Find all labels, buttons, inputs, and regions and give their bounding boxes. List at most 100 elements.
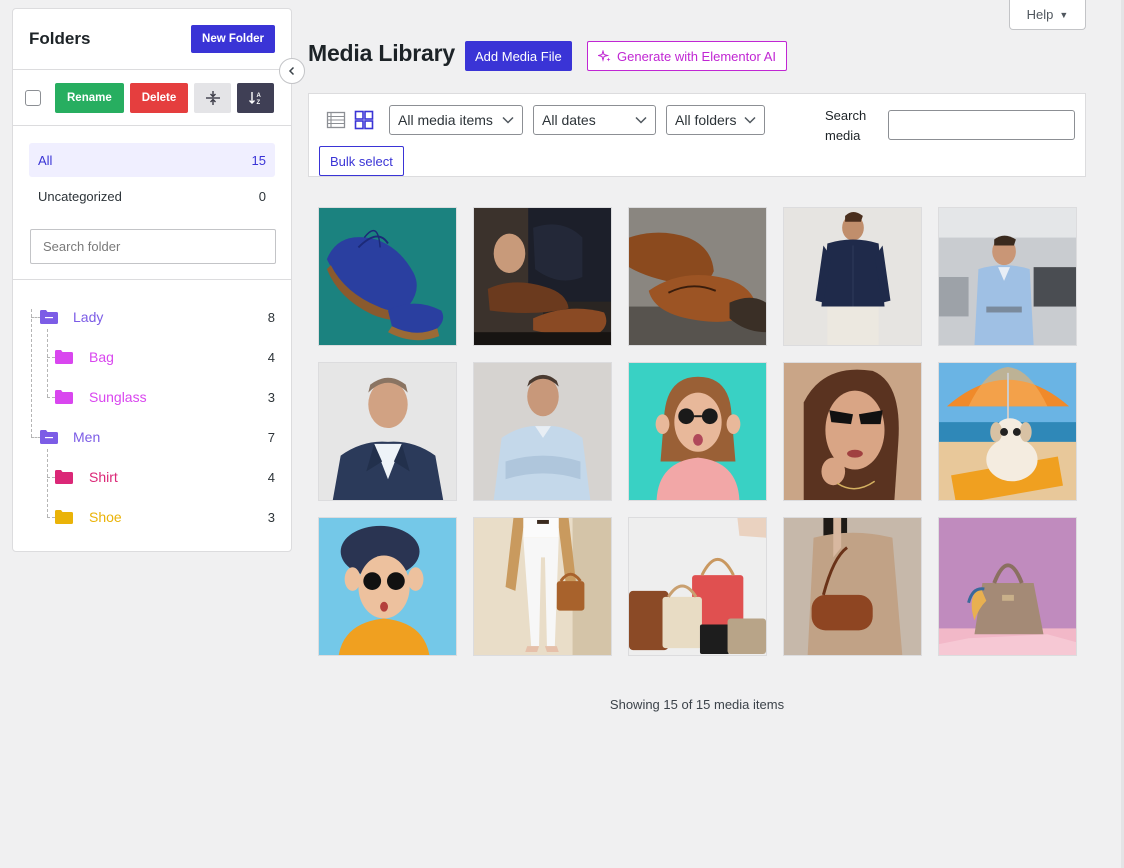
media-thumbnail[interactable]: [783, 362, 922, 501]
folder-icon: [55, 510, 73, 524]
blue-sneaker-image: [319, 208, 456, 345]
grid-view-button[interactable]: [354, 110, 374, 130]
generate-ai-label: Generate with Elementor AI: [617, 48, 776, 64]
media-thumbnail[interactable]: [628, 362, 767, 501]
folder-open-icon: [40, 310, 58, 324]
woman-sunglasses-teal-image: [629, 363, 766, 500]
media-thumbnail[interactable]: [938, 362, 1077, 501]
media-thumbnail[interactable]: [783, 207, 922, 346]
sidebar-header: Folders New Folder: [13, 9, 291, 70]
handbags-collection-image: [629, 518, 766, 655]
bulk-select-button[interactable]: Bulk select: [319, 146, 404, 176]
media-thumbnail[interactable]: [318, 362, 457, 501]
media-thumbnail[interactable]: [473, 207, 612, 346]
folder-shoe-label: Shoe: [89, 509, 122, 525]
rename-button[interactable]: Rename: [55, 82, 124, 113]
search-media-input[interactable]: [888, 110, 1075, 140]
folder-bag[interactable]: Bag 4: [13, 345, 291, 369]
media-thumbnail[interactable]: [783, 517, 922, 656]
folder-icon: [55, 350, 73, 364]
delete-button[interactable]: Delete: [129, 82, 189, 113]
folder-icon: [55, 470, 73, 484]
woman-trench-handbag-image: [474, 518, 611, 655]
man-office-image: [939, 208, 1076, 345]
folder-open-icon: [40, 430, 58, 444]
beige-handbag-scarf-image: [939, 518, 1076, 655]
add-media-file-button[interactable]: Add Media File: [465, 41, 572, 71]
search-folder-input[interactable]: [30, 229, 276, 264]
folder-men-count: 7: [267, 429, 275, 445]
media-type-value: All media items: [398, 112, 493, 128]
media-thumbnail[interactable]: [473, 362, 612, 501]
folder-shoe-count: 3: [267, 509, 275, 525]
chevron-down-icon: [744, 116, 756, 124]
date-filter-value: All dates: [542, 112, 596, 128]
media-thumbnail[interactable]: [938, 207, 1077, 346]
man-suit-image: [319, 363, 456, 500]
folder-filter[interactable]: All folders: [666, 105, 765, 135]
folder-shirt[interactable]: Shirt 4: [13, 465, 291, 489]
woman-black-sunglasses-image: [784, 363, 921, 500]
folder-shirt-label: Shirt: [89, 469, 118, 485]
folder-filter-value: All folders: [675, 112, 737, 128]
sort-button[interactable]: A Z: [237, 82, 275, 113]
folder-lady-count: 8: [267, 309, 275, 325]
new-folder-button[interactable]: New Folder: [191, 25, 275, 53]
search-media-label: Search media: [825, 106, 866, 146]
sidebar-title: Folders: [29, 29, 91, 48]
folder-men[interactable]: Men 7: [13, 425, 291, 449]
dog-beach-umbrella-image: [939, 363, 1076, 500]
folder-uncategorized-count: 0: [258, 188, 266, 204]
showing-count: Showing 15 of 15 media items: [609, 697, 785, 712]
folder-all[interactable]: All 15: [29, 143, 275, 177]
folder-bag-label: Bag: [89, 349, 114, 365]
folder-lady-label: Lady: [73, 309, 104, 325]
grid-view-icon: [354, 110, 374, 130]
list-view-icon: [326, 111, 346, 129]
help-button[interactable]: Help ▼: [1009, 0, 1086, 30]
folder-all-label: All: [38, 152, 53, 168]
collapse-sidebar-button[interactable]: [279, 58, 305, 84]
folder-all-count: 15: [251, 152, 266, 168]
folder-men-label: Men: [73, 429, 101, 445]
select-all-checkbox[interactable]: [25, 89, 41, 106]
search-media-label-line2: media: [825, 128, 861, 143]
search-media-label-line1: Search: [825, 108, 867, 123]
man-loafer-image: [474, 208, 611, 345]
compress-icon: [205, 90, 220, 105]
folder-uncategorized[interactable]: Uncategorized 0: [29, 179, 275, 213]
media-thumbnail[interactable]: [318, 517, 457, 656]
generate-ai-button[interactable]: Generate with Elementor AI: [587, 41, 787, 71]
folder-sunglass-label: Sunglass: [89, 389, 147, 405]
folder-shoe[interactable]: Shoe 3: [13, 505, 291, 529]
folder-icon: [55, 390, 73, 404]
brown-oxford-shoes-image: [629, 208, 766, 345]
folder-shirt-count: 4: [267, 469, 275, 485]
date-filter[interactable]: All dates: [533, 105, 656, 135]
media-thumbnail[interactable]: [628, 517, 767, 656]
sparkle-icon: [598, 49, 611, 62]
media-thumbnail[interactable]: [938, 517, 1077, 656]
chevron-down-icon: [635, 116, 647, 124]
chevron-left-icon: [288, 66, 295, 76]
folders-sidebar: Folders New Folder Rename Delete A Z All…: [12, 8, 292, 552]
folder-bag-count: 4: [267, 349, 275, 365]
media-thumbnail[interactable]: [628, 207, 767, 346]
svg-text:A: A: [256, 93, 261, 99]
media-thumbnail[interactable]: [473, 517, 612, 656]
media-filter-bar: All media items All dates All folders Se…: [308, 93, 1086, 177]
folder-toolbar: Rename Delete A Z: [13, 70, 291, 126]
folder-lady[interactable]: Lady 8: [13, 305, 291, 329]
media-grid: [318, 207, 1077, 656]
list-view-button[interactable]: [326, 110, 346, 130]
page-title: Media Library: [308, 40, 455, 66]
caret-down-icon: ▼: [1059, 9, 1069, 20]
sidebar-divider: [13, 279, 291, 280]
woman-shoulder-bag-image: [784, 518, 921, 655]
folder-sunglass[interactable]: Sunglass 3: [13, 385, 291, 409]
media-type-filter[interactable]: All media items: [389, 105, 523, 135]
collapse-all-button[interactable]: [194, 82, 232, 113]
media-thumbnail[interactable]: [318, 207, 457, 346]
man-light-shirt-image: [474, 363, 611, 500]
chevron-down-icon: [502, 116, 514, 124]
